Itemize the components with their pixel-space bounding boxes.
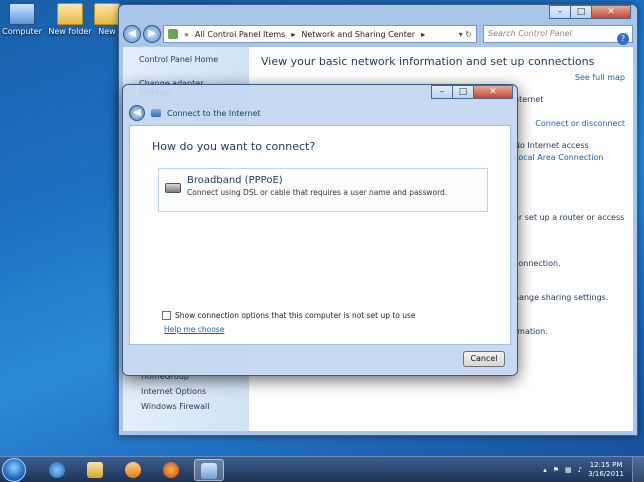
broadband-pppoe-option[interactable]: Broadband (PPPoE) Connect using DSL or c… xyxy=(158,168,488,212)
cancel-button[interactable]: Cancel xyxy=(463,351,505,367)
troubleshoot-text: rmation. xyxy=(514,327,548,336)
taskbar-explorer[interactable] xyxy=(80,459,110,481)
see-also-links: HomeGroup Internet Options Windows Firew… xyxy=(141,372,209,417)
connect-network-text: connection. xyxy=(514,259,561,268)
see-full-map-link[interactable]: See full map xyxy=(575,73,625,82)
taskbar-media-player[interactable] xyxy=(118,459,148,481)
setup-connection-text: or set up a router or access xyxy=(514,213,625,222)
folder-icon xyxy=(94,3,120,25)
refresh-icon[interactable]: ▾ ↻ xyxy=(459,30,472,39)
tray-arrow-icon[interactable]: ▴ xyxy=(543,466,547,474)
close-button[interactable]: ✕ xyxy=(591,5,631,19)
address-bar[interactable]: « All Control Panel Items ▸ Network and … xyxy=(163,25,477,43)
option-description: Connect using DSL or cable that requires… xyxy=(187,188,448,197)
media-player-icon xyxy=(125,461,141,478)
maximize-button[interactable]: □ xyxy=(570,5,592,19)
desktop-icon-label: New folder xyxy=(48,27,92,36)
internet-label: nternet xyxy=(514,95,544,104)
dialog-title: Connect to the Internet xyxy=(167,108,261,118)
internet-explorer-icon xyxy=(49,461,65,478)
dialog-question: How do you want to connect? xyxy=(152,140,316,153)
page-title: View your basic network information and … xyxy=(261,55,595,68)
taskbar-firefox[interactable] xyxy=(156,459,186,481)
navigation-bar: ◀ ▶ « All Control Panel Items ▸ Network … xyxy=(123,23,633,45)
folder-icon xyxy=(87,461,103,478)
sharing-settings-text: hange sharing settings. xyxy=(514,293,609,302)
forward-button[interactable]: ▶ xyxy=(143,25,161,43)
local-area-connection-link[interactable]: Local Area Connection xyxy=(514,153,604,162)
network-tray-icon[interactable]: ▦ xyxy=(565,466,572,474)
taskbar: ▴ ⚑ ▦ ♪ 12:15 PM 3/16/2011 xyxy=(0,456,644,482)
computer-icon xyxy=(9,3,35,25)
breadcrumb-separator: ▸ xyxy=(291,29,296,39)
clock-date: 3/16/2011 xyxy=(588,470,624,478)
maximize-button[interactable]: □ xyxy=(452,85,474,99)
minimize-button[interactable]: – xyxy=(549,5,571,19)
connect-disconnect-link[interactable]: Connect or disconnect xyxy=(535,119,625,128)
breadcrumb-all-items[interactable]: All Control Panel Items xyxy=(195,30,285,39)
system-tray: ▴ ⚑ ▦ ♪ 12:15 PM 3/16/2011 xyxy=(543,461,624,479)
search-placeholder: Search Control Panel xyxy=(488,29,572,38)
modem-icon xyxy=(165,183,181,193)
start-button[interactable] xyxy=(2,457,26,482)
dialog-content: How do you want to connect? Broadband (P… xyxy=(129,125,511,345)
breadcrumb-separator: « xyxy=(184,29,189,39)
checkbox-label: Show connection options that this comput… xyxy=(175,311,416,320)
desktop-icon-computer[interactable]: Computer xyxy=(0,3,44,36)
control-panel-icon xyxy=(168,29,178,39)
taskbar-control-panel[interactable] xyxy=(194,458,224,481)
clock[interactable]: 12:15 PM 3/16/2011 xyxy=(588,461,624,479)
window-controls: – □ ✕ xyxy=(549,5,631,19)
desktop-icon-new-folder[interactable]: New folder xyxy=(48,3,92,36)
close-button[interactable]: ✕ xyxy=(473,85,513,99)
folder-icon xyxy=(57,3,83,25)
clock-time: 12:15 PM xyxy=(589,461,623,469)
desktop-icon-label: Computer xyxy=(2,27,42,36)
sidebar-item-internet-options[interactable]: Internet Options xyxy=(141,387,209,396)
minimize-button[interactable]: – xyxy=(431,85,453,99)
control-panel-icon xyxy=(201,462,217,479)
search-input[interactable]: Search Control Panel ⌕ xyxy=(483,25,633,43)
sidebar-item-windows-firewall[interactable]: Windows Firewall xyxy=(141,402,209,411)
show-options-checkbox-row[interactable]: Show connection options that this comput… xyxy=(162,311,416,320)
back-button[interactable]: ◀ xyxy=(123,25,141,43)
volume-icon[interactable]: ♪ xyxy=(578,466,582,474)
help-me-choose-link[interactable]: Help me choose xyxy=(164,325,224,334)
access-type-value: No Internet access xyxy=(514,141,589,150)
dialog-window-controls: – □ ✕ xyxy=(431,85,513,99)
desktop-icon-label: New xyxy=(98,27,116,36)
connect-to-internet-dialog: – □ ✕ ◀ Connect to the Internet How do y… xyxy=(122,84,518,376)
show-desktop-button[interactable] xyxy=(632,457,644,482)
back-arrow-icon[interactable]: ◀ xyxy=(129,105,145,121)
network-icon xyxy=(151,109,161,117)
help-icon[interactable]: ? xyxy=(617,33,629,45)
breadcrumb-separator: ▸ xyxy=(421,29,426,39)
breadcrumb-network-center[interactable]: Network and Sharing Center xyxy=(301,30,415,39)
taskbar-internet-explorer[interactable] xyxy=(42,459,72,481)
sidebar-item-control-panel-home[interactable]: Control Panel Home xyxy=(139,55,233,64)
firefox-icon xyxy=(163,461,179,478)
action-center-icon[interactable]: ⚑ xyxy=(553,466,559,474)
show-options-checkbox[interactable] xyxy=(162,311,171,320)
option-title: Broadband (PPPoE) xyxy=(187,175,283,186)
dialog-header: ◀ Connect to the Internet xyxy=(129,105,261,121)
